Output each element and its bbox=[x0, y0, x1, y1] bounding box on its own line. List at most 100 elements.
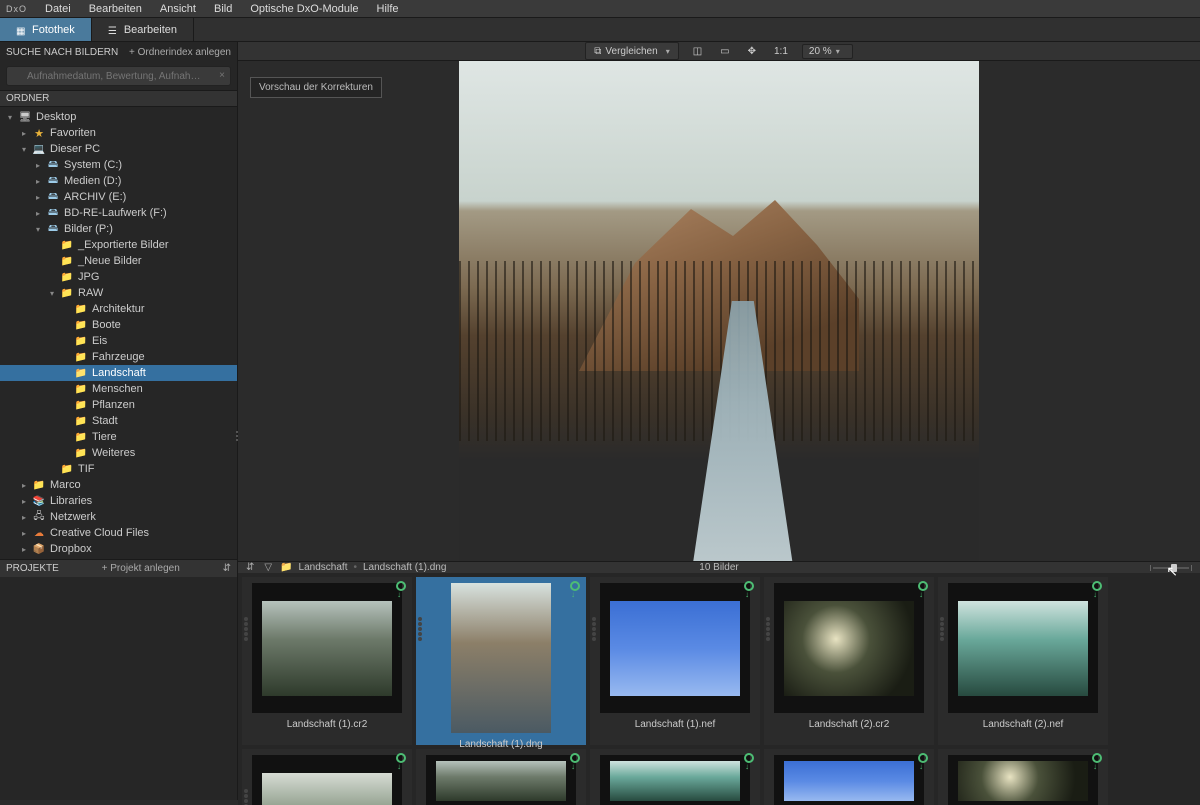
tree-label: Stadt bbox=[92, 415, 118, 427]
tree-item-dropbox[interactable]: ▸Dropbox bbox=[0, 541, 237, 557]
drive-icon bbox=[46, 189, 60, 206]
expand-arrow-icon[interactable]: ▸ bbox=[34, 193, 42, 202]
menu-edit[interactable]: Bearbeiten bbox=[89, 3, 142, 15]
menu-help[interactable]: Hilfe bbox=[377, 3, 399, 15]
tab-fotothek[interactable]: Fotothek bbox=[0, 18, 92, 41]
thumbnail-landschaft-1-nef[interactable]: Landschaft (1).nef bbox=[590, 577, 760, 745]
add-folder-index[interactable]: + Ordnerindex anlegen bbox=[129, 47, 231, 58]
tree-item-tif[interactable]: TIF bbox=[0, 461, 237, 477]
expand-arrow-icon[interactable]: ▸ bbox=[20, 529, 28, 538]
breadcrumb-folder[interactable]: Landschaft bbox=[299, 562, 348, 573]
rating-dots[interactable] bbox=[766, 617, 770, 641]
tree-item-architektur[interactable]: Architektur bbox=[0, 301, 237, 317]
tree-item-fahrzeuge[interactable]: Fahrzeuge bbox=[0, 349, 237, 365]
rating-dots[interactable] bbox=[592, 617, 596, 641]
tree-item-dieser-pc[interactable]: ▾Dieser PC bbox=[0, 141, 237, 157]
add-project[interactable]: + Projekt anlegen bbox=[102, 563, 180, 574]
compare-label: Vergleichen bbox=[605, 46, 657, 57]
expand-arrow-icon[interactable]: ▸ bbox=[20, 513, 28, 522]
tree-item-archiv-e-[interactable]: ▸ ARCHIV (E:) bbox=[0, 189, 237, 205]
tree-item-pflanzen[interactable]: Pflanzen bbox=[0, 397, 237, 413]
folder-icon bbox=[32, 479, 46, 491]
tree-item-desktop[interactable]: ▾Desktop bbox=[0, 109, 237, 125]
menu-file[interactable]: Datei bbox=[45, 3, 71, 15]
tree-item-weiteres[interactable]: Weiteres bbox=[0, 445, 237, 461]
viewer-toolbar: Vergleichen 1:1 20 % bbox=[238, 42, 1200, 61]
thumbnail-landschaft-2-nef[interactable]: Landschaft (2).nef bbox=[938, 577, 1108, 745]
clear-search-icon[interactable]: × bbox=[219, 70, 225, 81]
expand-arrow-icon[interactable]: ▾ bbox=[48, 289, 56, 298]
tree-item-boote[interactable]: Boote bbox=[0, 317, 237, 333]
tree-item-menschen[interactable]: Menschen bbox=[0, 381, 237, 397]
rating-dots[interactable] bbox=[244, 617, 248, 641]
split-icon bbox=[693, 46, 702, 57]
tree-item-netzwerk[interactable]: ▸Netzwerk bbox=[0, 509, 237, 525]
sort-button[interactable] bbox=[246, 562, 256, 573]
thumbnail-landschaft-2-cr2[interactable]: Landschaft (2).cr2 bbox=[764, 577, 934, 745]
expand-arrow-icon[interactable]: ▾ bbox=[20, 145, 28, 154]
tree-item-system-c-[interactable]: ▸System (C:) bbox=[0, 157, 237, 173]
tree-label: ARCHIV (E:) bbox=[64, 191, 126, 203]
tree-item-raw[interactable]: ▾RAW bbox=[0, 285, 237, 301]
drive-icon bbox=[46, 173, 60, 190]
tree-item-bilder-p-[interactable]: ▾Bilder (P:) bbox=[0, 221, 237, 237]
expand-arrow-icon[interactable]: ▸ bbox=[20, 481, 28, 490]
expand-arrow-icon[interactable]: ▸ bbox=[20, 497, 28, 506]
filter-button[interactable] bbox=[264, 562, 272, 573]
export-badge-icon bbox=[396, 581, 406, 591]
split-view-button[interactable] bbox=[689, 42, 706, 60]
thumbnail-partial[interactable] bbox=[938, 749, 1108, 805]
project-sort-icon[interactable]: ⇵ bbox=[223, 563, 231, 574]
expand-arrow-icon[interactable]: ▸ bbox=[34, 161, 42, 170]
tree-label: Favoriten bbox=[50, 127, 96, 139]
zoom-dropdown[interactable]: 20 % bbox=[802, 44, 853, 59]
tree-item-marco[interactable]: ▸Marco bbox=[0, 477, 237, 493]
tree-item-eis[interactable]: Eis bbox=[0, 333, 237, 349]
thumbnail-partial[interactable] bbox=[590, 749, 760, 805]
rating-dots[interactable] bbox=[244, 789, 248, 805]
menu-image[interactable]: Bild bbox=[214, 3, 232, 15]
tree-item-medien-d-[interactable]: ▸Medien (D:) bbox=[0, 173, 237, 189]
app-logo: DxO bbox=[6, 4, 27, 14]
zoom-1to1-button[interactable]: 1:1 bbox=[770, 42, 792, 60]
expand-arrow-icon[interactable]: ▾ bbox=[34, 225, 42, 234]
tree-item-bd-re-laufwerk-f-[interactable]: ▸BD-RE-Laufwerk (F:) bbox=[0, 205, 237, 221]
tree-label: Libraries bbox=[50, 495, 92, 507]
tree-item-stadt[interactable]: Stadt bbox=[0, 413, 237, 429]
compare-dropdown[interactable]: Vergleichen bbox=[585, 42, 678, 60]
thumbnail-partial[interactable] bbox=[764, 749, 934, 805]
thumb-zoom-slider[interactable]: ↖ bbox=[1150, 565, 1192, 571]
star-icon bbox=[32, 127, 46, 140]
thumbnail-landschaft-3-c[interactable]: Landschaft (3).c bbox=[242, 749, 412, 805]
thumbnail-landschaft-1-cr2[interactable]: Landschaft (1).cr2 bbox=[242, 577, 412, 745]
search-input[interactable] bbox=[6, 66, 231, 86]
expand-arrow-icon[interactable]: ▸ bbox=[20, 545, 28, 554]
expand-arrow-icon[interactable]: ▾ bbox=[6, 113, 14, 122]
thumb-caption: Landschaft (1).cr2 bbox=[287, 719, 368, 730]
rating-dots[interactable] bbox=[940, 617, 944, 641]
menu-modules[interactable]: Optische DxO-Module bbox=[250, 3, 358, 15]
tree-item-favoriten[interactable]: ▸ Favoriten bbox=[0, 125, 237, 141]
tree-item-libraries[interactable]: ▸ Libraries bbox=[0, 493, 237, 509]
tab-label: Bearbeiten bbox=[124, 24, 177, 36]
thumbnail-partial[interactable] bbox=[416, 749, 586, 805]
rating-dots[interactable] bbox=[418, 617, 422, 641]
export-badge-icon bbox=[744, 581, 754, 591]
thumbnail-grid[interactable]: Landschaft (1).cr2Landschaft (1).dngLand… bbox=[238, 573, 1200, 805]
expand-arrow-icon[interactable]: ▸ bbox=[20, 129, 28, 138]
menu-view[interactable]: Ansicht bbox=[160, 3, 196, 15]
tree-item-tiere[interactable]: Tiere bbox=[0, 429, 237, 445]
tree-item--exportierte-bilder[interactable]: _Exportierte Bilder bbox=[0, 237, 237, 253]
tree-item-landschaft[interactable]: Landschaft bbox=[0, 365, 237, 381]
expand-arrow-icon[interactable]: ▸ bbox=[34, 177, 42, 186]
tree-item--neue-bilder[interactable]: _Neue Bilder bbox=[0, 253, 237, 269]
expand-arrow-icon[interactable]: ▸ bbox=[34, 209, 42, 218]
thumbnail-landschaft-1-dng[interactable]: Landschaft (1).dng bbox=[416, 577, 586, 745]
move-button[interactable] bbox=[744, 42, 760, 60]
tree-item-creative-cloud-files[interactable]: ▸Creative Cloud Files bbox=[0, 525, 237, 541]
zoom-ratio: 1:1 bbox=[774, 46, 788, 57]
tree-item-jpg[interactable]: JPG bbox=[0, 269, 237, 285]
crop-button[interactable] bbox=[716, 42, 733, 60]
tab-bearbeiten[interactable]: Bearbeiten bbox=[92, 18, 194, 41]
image-viewer[interactable]: Vorschau der Korrekturen bbox=[238, 61, 1200, 561]
